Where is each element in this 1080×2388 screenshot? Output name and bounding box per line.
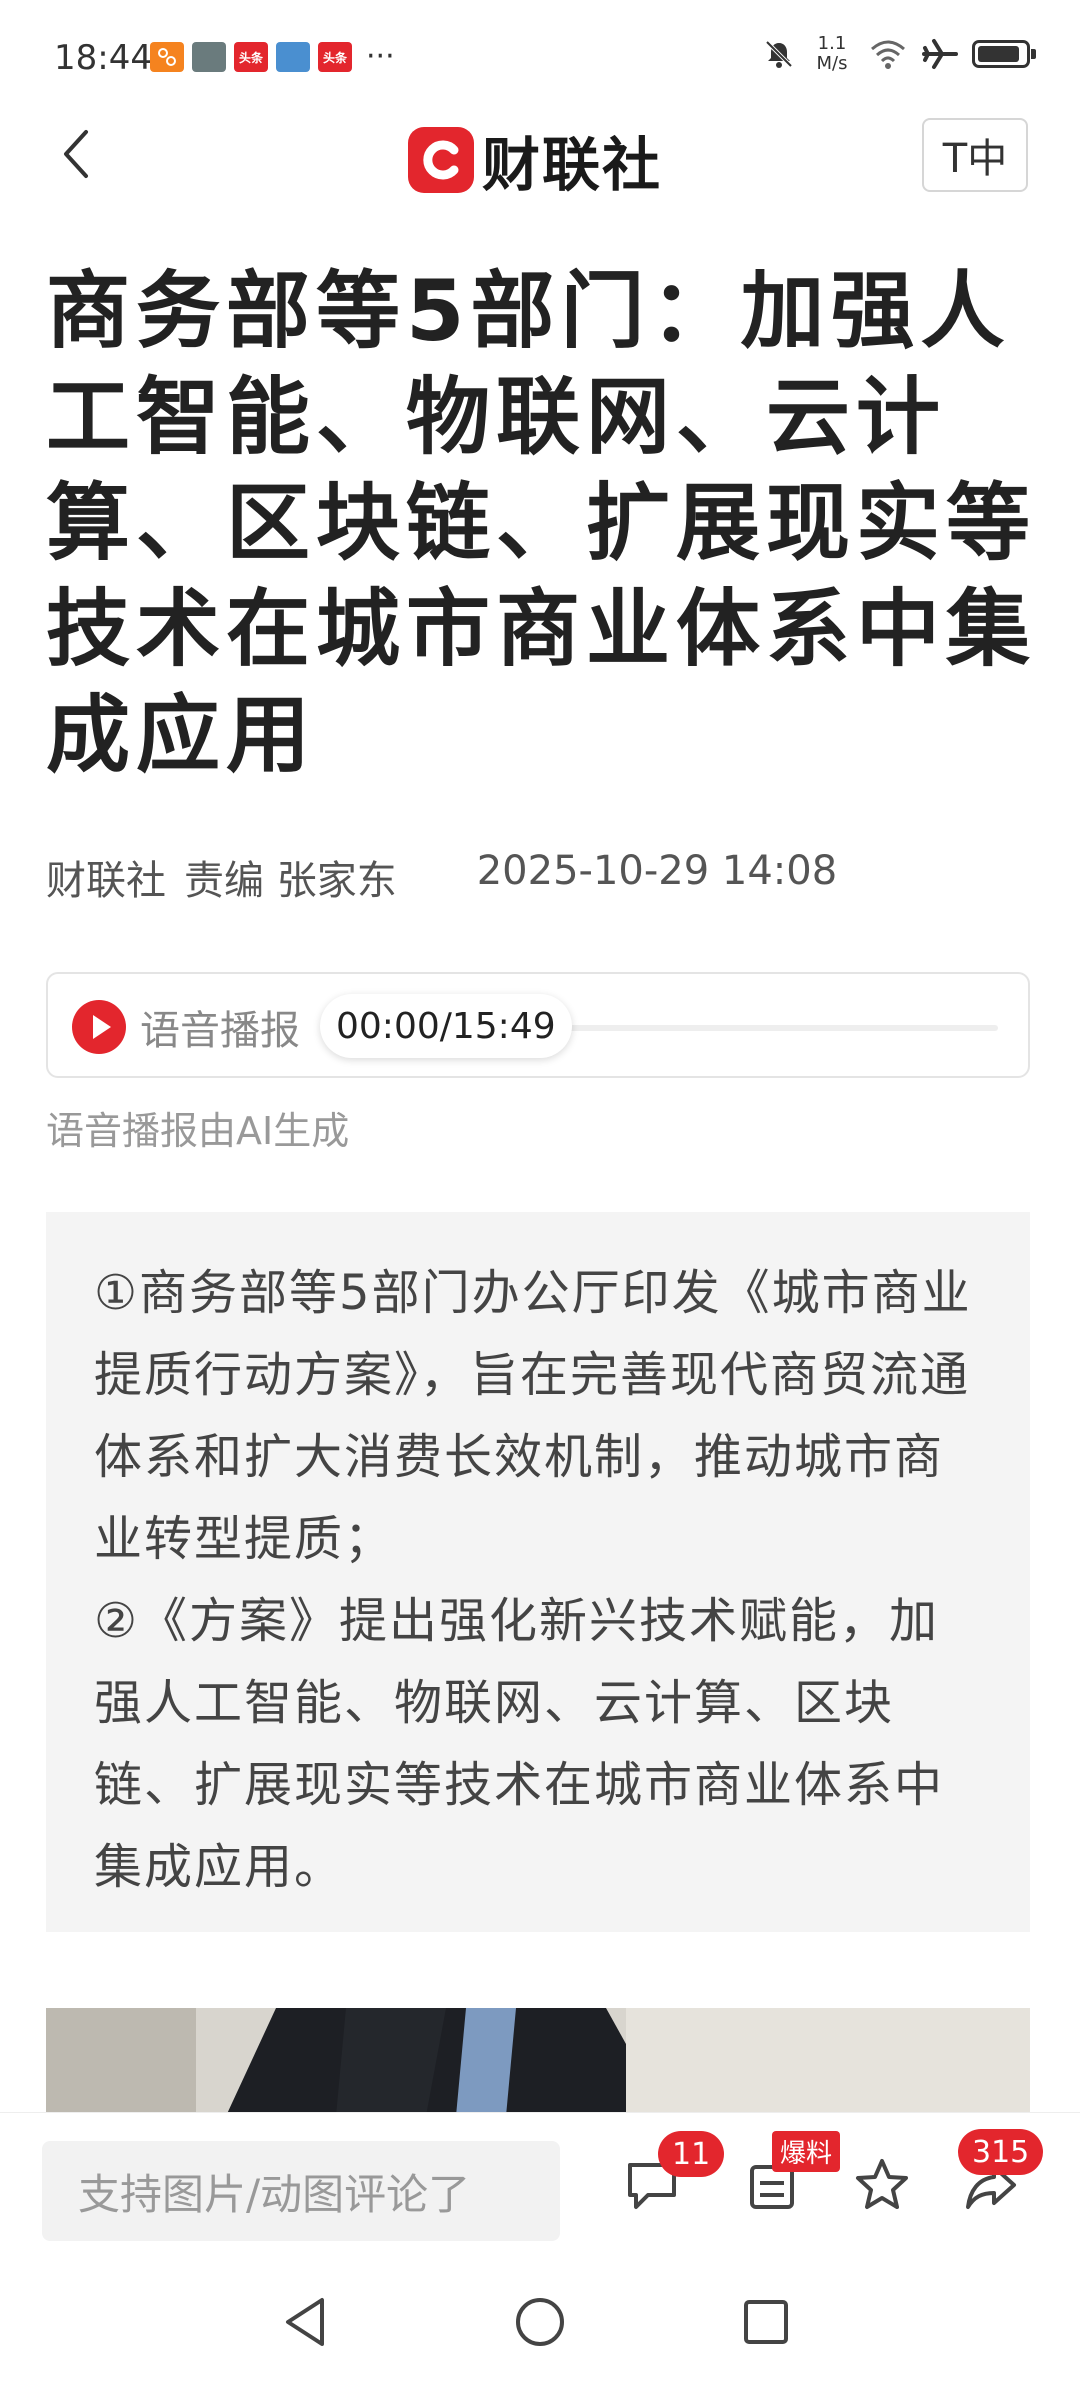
- network-speed: 1.1 M/s: [810, 34, 854, 74]
- back-button[interactable]: [52, 124, 102, 184]
- status-right: 1.1 M/s: [762, 34, 1036, 74]
- audio-player: 语音播报 00:00/15:49: [46, 972, 1030, 1078]
- article-summary: ①商务部等5部门办公厅印发《城市商业提质行动方案》，旨在完善现代商贸流通体系和扩…: [46, 1212, 1030, 1932]
- audio-ai-note: 语音播报由AI生成: [46, 1109, 350, 1153]
- article-image: [46, 2008, 1030, 2116]
- battery-icon: [972, 40, 1036, 68]
- app-notification-icon: [150, 42, 184, 72]
- nav-recents-button[interactable]: [736, 2292, 796, 2352]
- logo-mark-icon: [408, 127, 474, 193]
- app-logo: 财联社: [408, 118, 662, 202]
- favorite-button[interactable]: [854, 2157, 910, 2213]
- summary-point: ②《方案》提出强化新兴技术赋能，加强人工智能、物联网、云计算、区块链、扩展现实等…: [94, 1593, 945, 1895]
- font-size-button[interactable]: T中: [922, 118, 1028, 192]
- airplane-icon: [922, 39, 958, 69]
- square-recents-icon: [744, 2300, 788, 2344]
- share-count-badge: 315: [958, 2129, 1044, 2175]
- more-notifications-icon: ···: [366, 39, 395, 74]
- system-nav-bar: [0, 2252, 1080, 2388]
- network-speed-unit: M/s: [816, 53, 848, 74]
- article-date: 2025-10-29 14:08: [476, 848, 838, 894]
- audio-progress-thumb[interactable]: 00:00/15:49: [320, 994, 572, 1058]
- logo-text: 财联社: [482, 131, 663, 199]
- notification-icons: 头条 头条 ···: [150, 42, 395, 72]
- toutiao-notification-icon: 头条: [318, 42, 352, 72]
- bottom-action-bar: 支持图片/动图评论了 11 爆料 315: [0, 2112, 1080, 2252]
- chevron-left-icon: [64, 130, 88, 178]
- star-icon: [856, 2159, 908, 2209]
- status-bar: 18:44 头条 头条 ··· 1.1 M/s: [0, 0, 1080, 110]
- article-editor: 责编 张家东: [184, 858, 397, 904]
- play-icon[interactable]: [72, 1000, 126, 1054]
- image-notification-icon: [192, 42, 226, 72]
- article-title: 商务部等5部门：加强人工智能、物联网、云计算、区块链、扩展现实等技术在城市商业体…: [46, 262, 1037, 784]
- article-source: 财联社: [46, 858, 166, 904]
- nav-home-button[interactable]: [510, 2292, 570, 2352]
- triangle-back-icon: [286, 2298, 324, 2346]
- article-meta: 财联社 责编 张家东 2025-10-29 14:08: [46, 848, 837, 906]
- comment-input[interactable]: 支持图片/动图评论了: [42, 2141, 560, 2241]
- nav-back-button[interactable]: [278, 2292, 338, 2352]
- mute-bell-icon: [765, 40, 793, 68]
- baoliao-badge: 爆料: [772, 2131, 841, 2172]
- image-notification-icon: [276, 42, 310, 72]
- audio-label: 语音播报: [140, 1008, 300, 1054]
- wifi-icon: [871, 40, 905, 69]
- comment-count-badge: 11: [658, 2131, 725, 2177]
- network-speed-value: 1.1: [817, 33, 847, 54]
- battery-level: [978, 46, 1019, 62]
- status-time: 18:44: [54, 38, 152, 78]
- circle-home-icon: [516, 2298, 564, 2346]
- toutiao-notification-icon: 头条: [234, 42, 268, 72]
- summary-point: ①商务部等5部门办公厅印发《城市商业提质行动方案》，旨在完善现代商贸流通体系和扩…: [94, 1265, 972, 1567]
